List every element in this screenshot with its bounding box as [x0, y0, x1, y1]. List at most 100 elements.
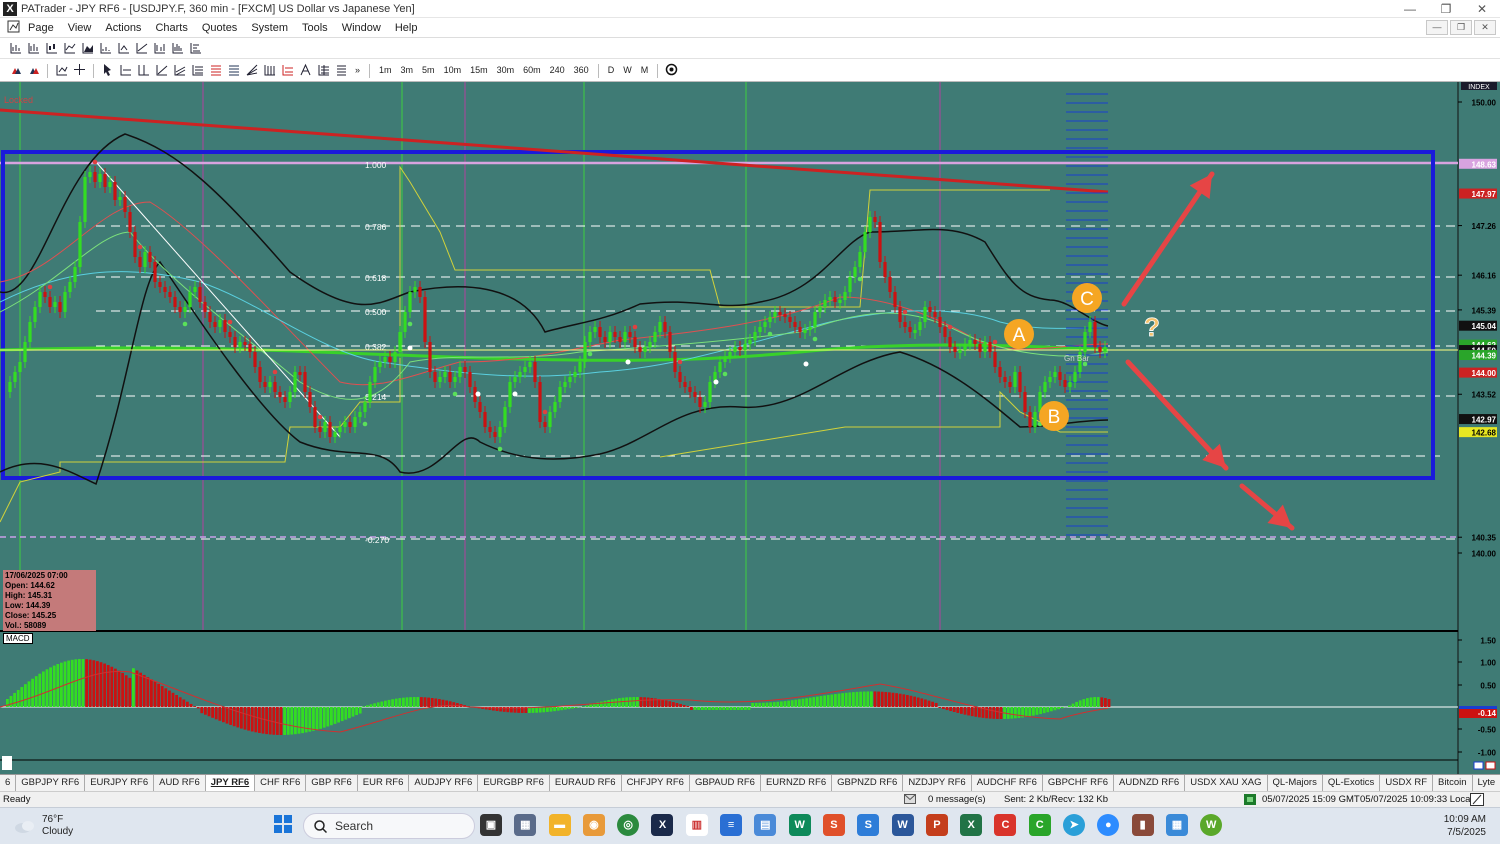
chart-tab[interactable]: Lyte: [1473, 775, 1500, 791]
chart-tab[interactable]: QL-Exotics: [1323, 775, 1381, 791]
store-icon[interactable]: ▦: [1165, 814, 1188, 836]
chart-tab[interactable]: AUD RF6: [154, 775, 206, 791]
task-view-icon[interactable]: ▣: [480, 814, 502, 836]
grid-icon[interactable]: [316, 63, 331, 78]
chart-tab[interactable]: EURJPY RF6: [85, 775, 155, 791]
more-tools-icon[interactable]: »: [352, 63, 363, 78]
timeframe-360[interactable]: 360: [571, 63, 592, 78]
powerpoint-icon[interactable]: P: [925, 814, 948, 836]
close-button[interactable]: ✕: [1464, 0, 1500, 18]
buy-icon[interactable]: [8, 63, 23, 78]
stock-app-icon[interactable]: W: [788, 814, 811, 836]
mdi-minimize-button[interactable]: —: [1426, 20, 1448, 35]
chart-tab[interactable]: CHFJPY RF6: [622, 775, 690, 791]
system-clock[interactable]: 10:09 AM 7/5/2025: [1444, 813, 1486, 839]
trend-icon[interactable]: [134, 41, 149, 56]
line-chart-icon[interactable]: [62, 41, 77, 56]
chart-tab[interactable]: JPY RF6: [205, 775, 256, 791]
sell-icon[interactable]: [26, 63, 41, 78]
timeframe-15m[interactable]: 15m: [467, 63, 491, 78]
chart-tab[interactable]: GBPAUD RF6: [690, 775, 761, 791]
chart-tab[interactable]: GBPCHF RF6: [1043, 775, 1115, 791]
timeframe-1m[interactable]: 1m: [376, 63, 395, 78]
menu-quotes[interactable]: Quotes: [195, 22, 244, 34]
calculator-icon[interactable]: ▦: [514, 814, 537, 836]
fib-retracement-icon[interactable]: [226, 63, 241, 78]
chart-tab[interactable]: Bitcoin: [1433, 775, 1473, 791]
mdi-restore-button[interactable]: ❐: [1450, 20, 1472, 35]
crosshair-icon[interactable]: [72, 63, 87, 78]
chart-tab[interactable]: AUDJPY RF6: [409, 775, 479, 791]
chart-tab[interactable]: USDX XAU XAG: [1185, 775, 1268, 791]
timeframe-240[interactable]: 240: [547, 63, 568, 78]
file-explorer-icon[interactable]: ▬: [548, 814, 571, 836]
levels-icon[interactable]: [280, 63, 295, 78]
pattern-icon[interactable]: [116, 41, 131, 56]
chart-window[interactable]: 1.000 0.786 0.618 0.500 0.382 0.214 -0.270 ABC…: [0, 82, 1500, 774]
vertical-line-icon[interactable]: [136, 63, 151, 78]
chrome-icon[interactable]: ◎: [617, 814, 640, 836]
w-app-icon[interactable]: W: [1200, 814, 1223, 836]
chart-app-icon[interactable]: ▥: [685, 814, 708, 836]
chart-tab[interactable]: QL-Majors: [1268, 775, 1323, 791]
timeframe-3m[interactable]: 3m: [398, 63, 417, 78]
chart-tab[interactable]: NZDJPY RF6: [903, 775, 972, 791]
maximize-button[interactable]: ❐: [1428, 0, 1464, 18]
s-blue-app-icon[interactable]: S: [857, 814, 880, 836]
chart-tab[interactable]: GBPNZD RF6: [832, 775, 904, 791]
menu-tools[interactable]: Tools: [295, 22, 335, 34]
menu-window[interactable]: Window: [335, 22, 388, 34]
gann-icon[interactable]: [262, 63, 277, 78]
menu-actions[interactable]: Actions: [98, 22, 148, 34]
timeframe-30m[interactable]: 30m: [494, 63, 518, 78]
menu-system[interactable]: System: [244, 22, 295, 34]
chart-tab[interactable]: AUDCHF RF6: [972, 775, 1043, 791]
menu-help[interactable]: Help: [388, 22, 425, 34]
timeframe-d[interactable]: D: [605, 63, 618, 78]
timeframe-m[interactable]: M: [638, 63, 652, 78]
ohlc-chart-icon[interactable]: [26, 41, 41, 56]
chart-tab[interactable]: CHF RF6: [255, 775, 307, 791]
timeframe-60m[interactable]: 60m: [520, 63, 544, 78]
fib-extension-icon[interactable]: [208, 63, 223, 78]
channel-icon[interactable]: [172, 63, 187, 78]
candle-chart-icon[interactable]: [44, 41, 59, 56]
s-app-icon[interactable]: S: [822, 814, 845, 836]
mdi-close-button[interactable]: ✕: [1474, 20, 1496, 35]
word-icon[interactable]: W: [891, 814, 914, 836]
menu-view[interactable]: View: [61, 22, 99, 34]
page-icon[interactable]: [6, 20, 21, 35]
bag-app-icon[interactable]: ▮: [1131, 814, 1154, 836]
signal-icon[interactable]: [152, 41, 167, 56]
c-green-app-icon[interactable]: C: [1028, 814, 1051, 836]
list-icon[interactable]: [334, 63, 349, 78]
status-messages[interactable]: 0 message(s): [928, 792, 986, 807]
app-icon[interactable]: ◉: [582, 814, 605, 836]
chart-tab[interactable]: EUR RF6: [358, 775, 410, 791]
text-tool-icon[interactable]: [298, 63, 313, 78]
taskbar-search[interactable]: Search: [303, 813, 475, 839]
timeframe-w[interactable]: W: [620, 63, 635, 78]
menu-page[interactable]: Page: [21, 22, 61, 34]
timeframe-5m[interactable]: 5m: [419, 63, 438, 78]
price-chart[interactable]: 1.0000.7860.6180.5000.3820.214-0.270 ABC…: [0, 82, 1500, 774]
fan-icon[interactable]: [244, 63, 259, 78]
chart-tab[interactable]: 6: [0, 775, 17, 791]
bar-chart-icon[interactable]: [8, 41, 23, 56]
zoom-chart-icon[interactable]: [54, 63, 69, 78]
histogram-icon[interactable]: [170, 41, 185, 56]
photos-icon[interactable]: ▤: [754, 814, 777, 836]
minimize-button[interactable]: —: [1392, 0, 1428, 18]
c-red-app-icon[interactable]: C: [994, 814, 1017, 836]
notepad-icon[interactable]: ≡: [720, 814, 743, 836]
chart-tab[interactable]: GBP RF6: [306, 775, 358, 791]
chart-tab[interactable]: GBPJPY RF6: [16, 775, 86, 791]
chart-tab[interactable]: EURAUD RF6: [550, 775, 622, 791]
excel-icon[interactable]: X: [960, 814, 983, 836]
horizontal-line-icon[interactable]: [118, 63, 133, 78]
record-icon[interactable]: [664, 63, 679, 78]
volume-chart-icon[interactable]: [98, 41, 113, 56]
trendline-icon[interactable]: [154, 63, 169, 78]
chart-tab[interactable]: USDX RF: [1380, 775, 1434, 791]
weather-widget[interactable]: 76°F Cloudy: [14, 814, 73, 838]
